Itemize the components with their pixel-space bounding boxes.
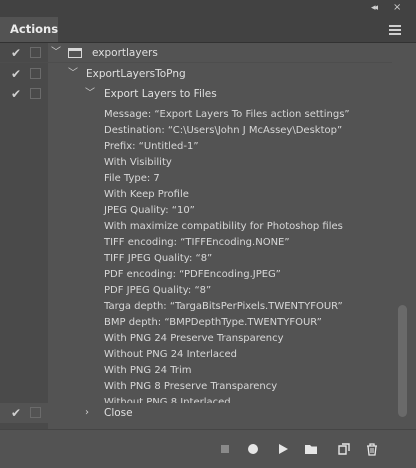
check-icon[interactable]: ✔ xyxy=(10,43,22,63)
check-icon[interactable]: ✔ xyxy=(10,64,22,84)
trash-icon xyxy=(367,442,377,456)
record-button[interactable] xyxy=(241,430,265,468)
close-icon[interactable]: × xyxy=(393,2,401,13)
action-set-row[interactable]: ✔ ﹀ exportlayers xyxy=(0,43,392,63)
collapse-panel-icon[interactable]: ◂◂ xyxy=(371,3,378,13)
panel-title-strip: ◂◂ × xyxy=(0,0,416,17)
chevron-down-icon[interactable]: ﹀ xyxy=(85,84,95,104)
action-label: ExportLayersToPng xyxy=(86,68,186,80)
action-row[interactable]: ✔ ﹀ ExportLayersToPng xyxy=(0,64,392,84)
folder-icon xyxy=(68,48,82,58)
check-icon[interactable]: ✔ xyxy=(10,84,22,104)
action-step-row-close[interactable]: ✔ › Close xyxy=(0,403,392,423)
delete-button[interactable] xyxy=(360,430,384,468)
actions-toolbar xyxy=(0,429,416,468)
actions-panel: ◂◂ × Actions ✔ ﹀ exportlayers ✔ ﹀ Export… xyxy=(0,0,416,468)
chevron-down-icon[interactable]: ﹀ xyxy=(51,43,61,63)
tab-bar: Actions xyxy=(0,17,416,43)
scrollbar-thumb[interactable] xyxy=(398,305,407,417)
new-action-button[interactable] xyxy=(331,430,355,468)
tab-actions[interactable]: Actions xyxy=(0,17,58,42)
action-step-row[interactable]: ✔ ﹀ Export Layers to Files xyxy=(0,84,392,104)
dialog-toggle-box[interactable] xyxy=(30,407,41,418)
dialog-toggle-box[interactable] xyxy=(30,68,41,79)
play-icon xyxy=(279,444,288,454)
action-set-label: exportlayers xyxy=(92,47,158,59)
dialog-toggle-box[interactable] xyxy=(30,88,41,99)
check-icon[interactable]: ✔ xyxy=(10,403,22,423)
actions-list: ✔ ﹀ exportlayers ✔ ﹀ ExportLayersToPng ✔… xyxy=(0,43,392,429)
stop-icon xyxy=(221,445,229,453)
folder-icon xyxy=(305,445,317,454)
play-button[interactable] xyxy=(271,430,295,468)
record-icon xyxy=(248,444,258,454)
stop-button[interactable] xyxy=(213,430,237,468)
chevron-right-icon[interactable]: › xyxy=(85,403,89,423)
action-step-label: Close xyxy=(104,407,133,419)
new-item-icon xyxy=(337,442,350,455)
panel-menu-icon[interactable] xyxy=(389,25,401,37)
action-step-label: Export Layers to Files xyxy=(104,88,217,100)
dialog-toggle-box[interactable] xyxy=(30,47,41,58)
chevron-down-icon[interactable]: ﹀ xyxy=(68,64,78,84)
row-divider xyxy=(0,62,392,63)
new-set-button[interactable] xyxy=(299,430,323,468)
